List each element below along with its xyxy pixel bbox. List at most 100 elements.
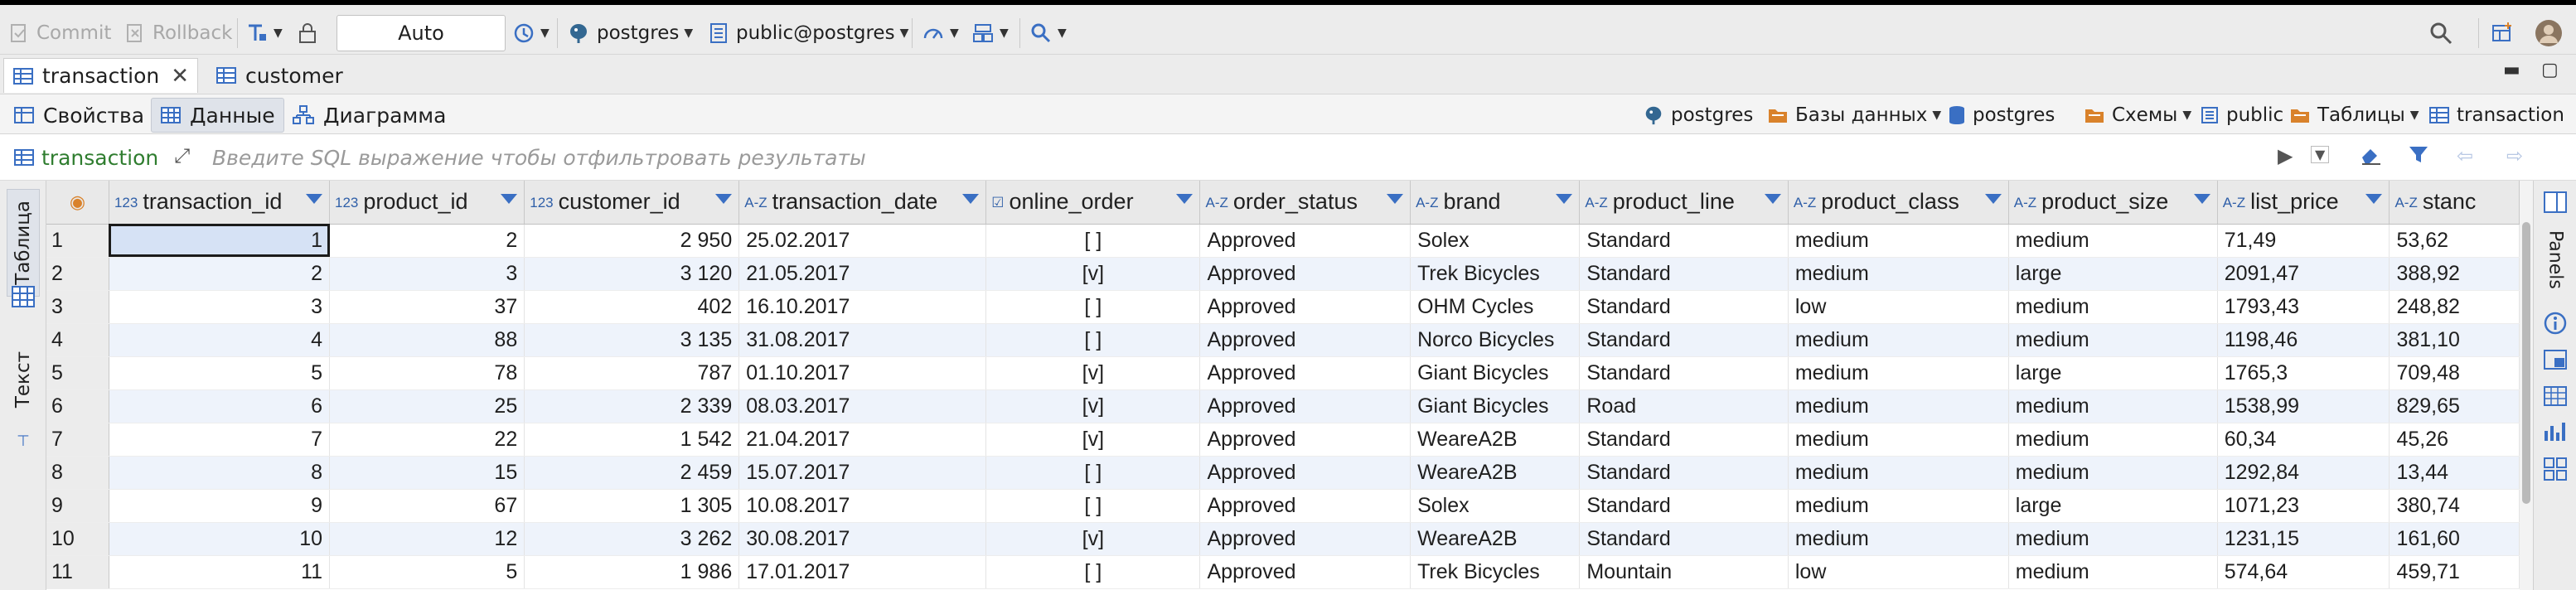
cell-customer_id[interactable]: 3 120 — [524, 257, 740, 291]
tab-customer[interactable]: customer — [207, 58, 351, 93]
cell-standard_cost[interactable]: 388,92 — [2389, 257, 2520, 291]
cell-product_class[interactable]: medium — [1788, 489, 2009, 523]
filter-funnel-icon[interactable] — [2407, 144, 2432, 171]
column-header-transaction_id[interactable]: 123 transaction_id — [109, 181, 331, 225]
cell-transaction_id[interactable]: 6 — [109, 389, 331, 423]
rollback-button[interactable]: Rollback — [124, 15, 232, 51]
find-button[interactable]: ▼ — [1029, 15, 1067, 51]
cell-order_status[interactable]: Approved — [1199, 456, 1411, 490]
tab-data[interactable]: Данные — [151, 98, 284, 133]
cell-list_price[interactable]: 1793,43 — [2217, 290, 2390, 324]
cell-brand[interactable]: Trek Bicycles — [1410, 555, 1581, 589]
cell-product_class[interactable]: medium — [1788, 323, 2009, 357]
cell-customer_id[interactable]: 2 459 — [524, 456, 740, 490]
cell-product_id[interactable]: 25 — [329, 389, 525, 423]
cell-standard_cost[interactable]: 53,62 — [2389, 224, 2520, 258]
cell-transaction_date[interactable]: 10.08.2017 — [738, 489, 987, 523]
cell-transaction_date[interactable]: 25.02.2017 — [738, 224, 987, 258]
row-number[interactable]: 3 — [46, 290, 109, 324]
cell-product_line[interactable]: Standard — [1579, 290, 1789, 324]
cell-online_order[interactable]: [v] — [985, 257, 1201, 291]
row-number[interactable]: 11 — [46, 555, 109, 589]
cell-product_id[interactable]: 15 — [329, 456, 525, 490]
cell-list_price[interactable]: 1765,3 — [2217, 356, 2390, 390]
cell-online_order[interactable]: [ ] — [985, 489, 1201, 523]
column-header-order_status[interactable]: A-Z order_status — [1199, 181, 1411, 225]
schema-selector[interactable]: public@postgres ▼ — [708, 15, 908, 51]
cell-brand[interactable]: WeareA2B — [1410, 423, 1581, 457]
sort-icon[interactable] — [1556, 194, 1573, 204]
cell-transaction_id[interactable]: 4 — [109, 323, 331, 357]
cell-list_price[interactable]: 1292,84 — [2217, 456, 2390, 490]
column-header-list_price[interactable]: A-Z list_price — [2217, 181, 2390, 225]
cell-product_class[interactable]: medium — [1788, 224, 2009, 258]
cell-customer_id[interactable]: 3 262 — [524, 522, 740, 556]
cell-brand[interactable]: Trek Bicycles — [1410, 257, 1581, 291]
cell-product_line[interactable]: Standard — [1579, 224, 1789, 258]
sort-icon[interactable] — [2193, 194, 2210, 204]
cell-transaction_date[interactable]: 21.04.2017 — [738, 423, 987, 457]
cell-product_size[interactable]: medium — [2008, 456, 2218, 490]
cell-transaction_id[interactable]: 9 — [109, 489, 331, 523]
cell-brand[interactable]: Norco Bicycles — [1410, 323, 1581, 357]
cell-product_id[interactable]: 37 — [329, 290, 525, 324]
cell-standard_cost[interactable]: 829,65 — [2389, 389, 2520, 423]
cell-online_order[interactable]: [ ] — [985, 224, 1201, 258]
select-all-corner[interactable]: ◉ — [46, 181, 109, 225]
cell-product_id[interactable]: 3 — [329, 257, 525, 291]
row-number[interactable]: 9 — [46, 489, 109, 523]
table-row[interactable]: 9 9 67 1 305 10.08.2017[ ] Approved Solex Stand… — [46, 489, 2520, 523]
cell-online_order[interactable]: [v] — [985, 389, 1201, 423]
cell-product_size[interactable]: large — [2008, 489, 2218, 523]
table-row[interactable]: 11 11 5 1 986 17.01.2017[ ] Approved Trek Bicy… — [46, 555, 2520, 589]
cell-brand[interactable]: Giant Bicycles — [1410, 356, 1581, 390]
table-row[interactable]: 5 5 78 787 01.10.2017 [v] Approved Giant Bicycl… — [46, 356, 2520, 390]
cell-transaction_id[interactable]: 2 — [109, 257, 331, 291]
table-row[interactable]: 8 8 15 2 459 15.07.2017[ ] Approved WeareA2B St… — [46, 456, 2520, 490]
table-row[interactable]: 2233 120 21.05.2017 [v] Approved Trek Bicycl… — [46, 257, 2520, 291]
column-header-product_class[interactable]: A-Z product_class — [1788, 181, 2009, 225]
datasource-selector[interactable]: postgres ▼ — [567, 15, 693, 51]
cell-transaction_id[interactable]: 1 — [109, 224, 331, 258]
cell-transaction_id[interactable]: 8 — [109, 456, 331, 490]
sort-icon[interactable] — [1984, 194, 2002, 204]
commit-button[interactable]: Commit — [8, 15, 111, 51]
cell-product_id[interactable]: 67 — [329, 489, 525, 523]
cell-standard_cost[interactable]: 459,71 — [2389, 555, 2520, 589]
cell-product_line[interactable]: Standard — [1579, 356, 1789, 390]
cell-brand[interactable]: OHM Cycles — [1410, 290, 1581, 324]
tab-transaction[interactable]: transaction ✕ — [3, 58, 199, 93]
perspective-button[interactable] — [2490, 15, 2515, 51]
cell-order_status[interactable]: Approved — [1199, 489, 1411, 523]
cell-product_line[interactable]: Standard — [1579, 489, 1789, 523]
cell-customer_id[interactable]: 1 542 — [524, 423, 740, 457]
info-icon[interactable] — [2542, 310, 2569, 336]
table-row[interactable]: 3 3 37 402 16.10.2017[ ] Approved OHM Cycles St… — [46, 290, 2520, 324]
cell-product_class[interactable]: low — [1788, 555, 2009, 589]
cell-list_price[interactable]: 574,64 — [2217, 555, 2390, 589]
cell-product_id[interactable]: 12 — [329, 522, 525, 556]
table-row[interactable]: 6 6 25 2 339 08.03.2017 [v] Approved Giant Bicy… — [46, 389, 2520, 423]
cell-list_price[interactable]: 71,49 — [2217, 224, 2390, 258]
column-header-product_size[interactable]: A-Z product_size — [2008, 181, 2218, 225]
cell-transaction_date[interactable]: 17.01.2017 — [738, 555, 987, 589]
cell-transaction_id[interactable]: 5 — [109, 356, 331, 390]
table-row[interactable]: 4 4 88 3 135 31.08.2017[ ] Approved Norco Bicy… — [46, 323, 2520, 357]
cell-online_order[interactable]: [ ] — [985, 290, 1201, 324]
cell-online_order[interactable]: [ ] — [985, 456, 1201, 490]
transaction-mode-field[interactable]: Auto — [337, 15, 506, 51]
tab-table-view[interactable]: Таблица — [7, 189, 40, 297]
cell-order_status[interactable]: Approved — [1199, 356, 1411, 390]
cell-product_line[interactable]: Standard — [1579, 522, 1789, 556]
user-avatar[interactable] — [2535, 15, 2563, 51]
value-viewer-icon[interactable] — [2542, 346, 2569, 373]
cell-product_size[interactable]: medium — [2008, 323, 2218, 357]
row-number[interactable]: 5 — [46, 356, 109, 390]
column-header-product_line[interactable]: A-Z product_line — [1579, 181, 1789, 225]
cell-product_line[interactable]: Standard — [1579, 323, 1789, 357]
cell-product_id[interactable]: 88 — [329, 323, 525, 357]
panels-toggle-icon[interactable] — [2542, 189, 2569, 215]
row-number[interactable]: 2 — [46, 257, 109, 291]
cell-list_price[interactable]: 60,34 — [2217, 423, 2390, 457]
cell-customer_id[interactable]: 2 950 — [524, 224, 740, 258]
